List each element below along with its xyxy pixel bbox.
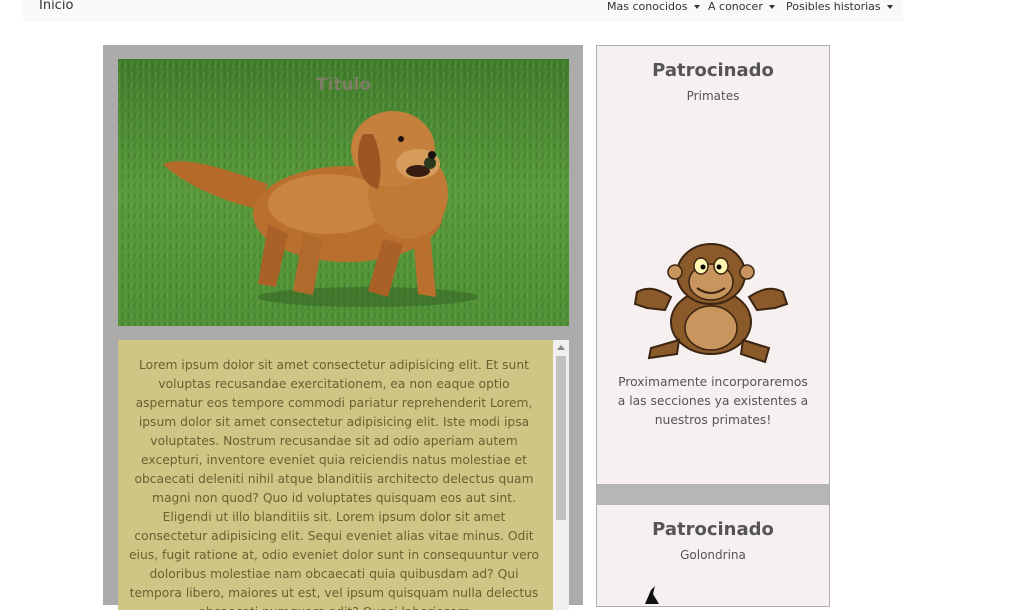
nav-dropdown-label: Mas conocidos [607, 0, 688, 13]
sponsor-card-golondrina: Patrocinado Golondrina [597, 519, 829, 562]
article-text: Lorem ipsum dolor sit amet consectetur a… [128, 358, 539, 610]
sponsor-subtitle: Golondrina [680, 548, 746, 562]
nav-dropdown-label: A conocer [708, 0, 763, 13]
monkey-image [633, 243, 789, 364]
nav-dropdown-a-conocer[interactable]: A conocer [708, 0, 775, 13]
sponsor-card-primates: Patrocinado Primates [597, 60, 829, 103]
main-content-box: Titulo Lorem ipsum dolor sit amet consec… [103, 45, 583, 610]
navbar: Inicio Mas conocidos A conocer Posibles … [23, 0, 903, 22]
nav-dropdown-posibles-historias[interactable]: Posibles historias [786, 0, 893, 13]
nav-brand-link[interactable]: Inicio [39, 0, 73, 13]
sponsor-description: Proximamente incorporaremos a las seccio… [617, 375, 809, 427]
caret-down-icon [693, 5, 700, 9]
dog-photo [118, 59, 569, 326]
scroll-thumb[interactable] [556, 356, 566, 520]
sponsor-title: Patrocinado [652, 519, 774, 540]
nav-dropdown-label: Posibles historias [786, 0, 881, 13]
nav-dropdown-mas-conocidos[interactable]: Mas conocidos [607, 0, 700, 13]
sponsor-title: Patrocinado [652, 60, 774, 81]
vertical-scrollbar[interactable] [553, 340, 569, 610]
caret-down-icon [886, 5, 893, 9]
sidebar-divider [597, 484, 829, 505]
article-scroll-box[interactable]: Lorem ipsum dolor sit amet consectetur a… [118, 340, 569, 610]
hero-title: Titulo [315, 75, 372, 95]
sponsor-subtitle: Primates [686, 89, 740, 103]
caret-down-icon [768, 5, 775, 9]
bird-image [645, 586, 659, 604]
sidebar: Patrocinado Primates Proximamente incorp… [596, 45, 830, 607]
hero-image: Titulo [118, 59, 569, 326]
scroll-up-arrow-icon[interactable] [557, 345, 565, 350]
